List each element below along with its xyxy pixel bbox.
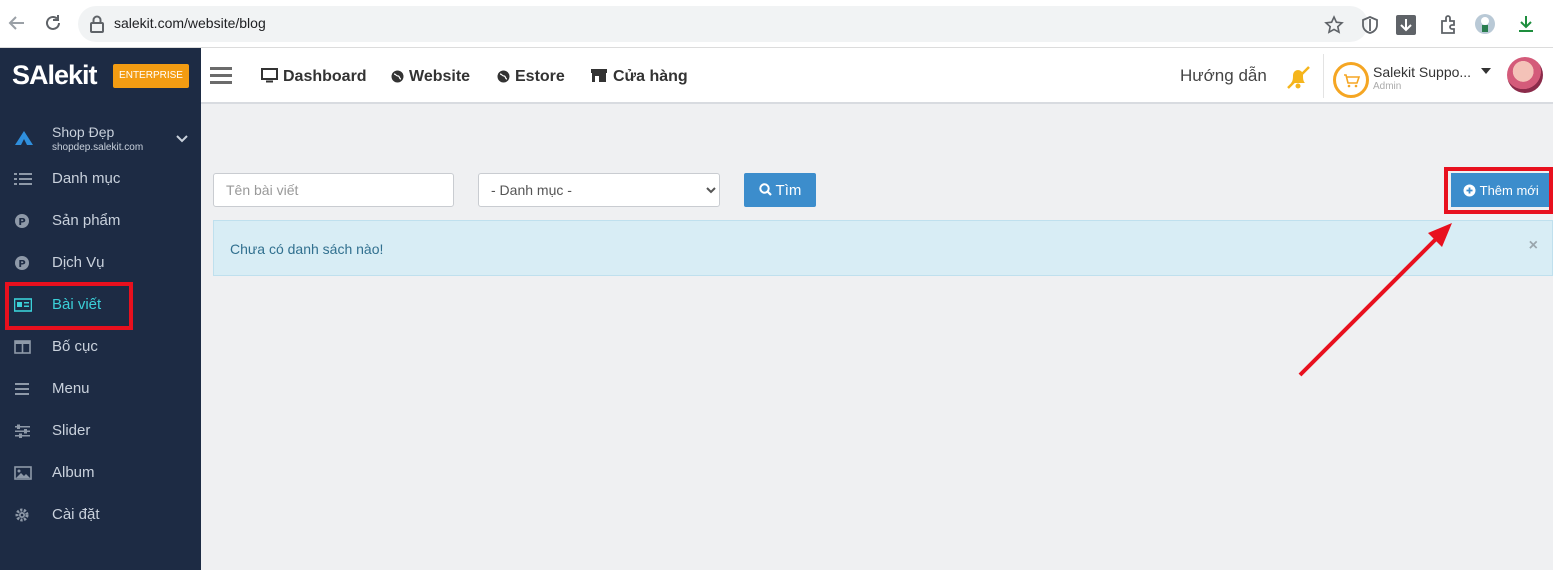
user-name[interactable]: Salekit Suppo...: [1373, 64, 1471, 80]
nav-label: Estore: [515, 68, 565, 85]
highlight-box: [1444, 167, 1553, 214]
brand-logo[interactable]: SAlekit: [12, 60, 98, 91]
sidebar-item-menu[interactable]: Menu: [0, 371, 201, 407]
nav-label: Website: [409, 68, 471, 85]
globe-icon: [391, 70, 404, 88]
shop-name: Shop Đẹp: [52, 124, 115, 140]
sidebar-item-dich-vu[interactable]: P Dịch Vụ: [0, 245, 201, 281]
divider: [1323, 54, 1324, 98]
service-p-icon: P: [14, 255, 32, 271]
globe-icon: [497, 70, 510, 88]
avatar[interactable]: [1507, 57, 1543, 93]
nav-dashboard[interactable]: Dashboard: [261, 68, 367, 88]
shop-domain: shopdep.salekit.com: [52, 142, 144, 153]
monitor-icon: [261, 68, 278, 88]
sidebar-item-label: Cài đặt: [52, 506, 100, 523]
search-button-label: Tìm: [775, 181, 802, 199]
category-select[interactable]: - Danh mục -: [478, 173, 720, 207]
back-arrow-icon[interactable]: [6, 12, 28, 34]
store-icon: [590, 68, 608, 88]
image-icon: [14, 465, 32, 481]
sidebar-item-album[interactable]: Album: [0, 455, 201, 491]
sidebar-item-bo-cuc[interactable]: Bố cục: [0, 329, 201, 365]
profile-extension-icon[interactable]: [1474, 13, 1496, 35]
sidebar-item-label: Danh mục: [52, 170, 121, 187]
sidebar-item-label: Sản phẩm: [52, 212, 121, 229]
sidebar-item-label: Menu: [52, 380, 90, 397]
highlight-box: [5, 282, 133, 330]
nav-cua-hang[interactable]: Cửa hàng: [590, 68, 688, 88]
star-icon[interactable]: [1324, 15, 1344, 35]
download-box-icon[interactable]: [1396, 15, 1416, 35]
sidebar: SAlekit ENTERPRISE Shop Đẹp shopdep.sale…: [0, 48, 201, 570]
nav-estore[interactable]: Estore: [497, 68, 565, 88]
menu-bars-icon: [14, 381, 32, 397]
svg-text:P: P: [18, 259, 25, 270]
sidebar-item-label: Bố cục: [52, 338, 98, 355]
sidebar-item-label: Dịch Vụ: [52, 254, 105, 271]
sidebar-item-cai-dat[interactable]: Cài đặt: [0, 497, 201, 533]
lock-icon: [90, 15, 104, 38]
sidebar-item-san-pham[interactable]: P Sản phẩm: [0, 203, 201, 239]
search-button[interactable]: Tìm: [744, 173, 816, 207]
nav-website[interactable]: Website: [391, 68, 470, 88]
bell-slash-icon[interactable]: [1283, 62, 1313, 97]
sidebar-item-danh-muc[interactable]: Danh mục: [0, 161, 201, 197]
sliders-icon: [14, 423, 32, 439]
list-icon: [14, 171, 32, 187]
shield-icon[interactable]: [1360, 15, 1380, 35]
top-navbar: Dashboard Website Estore Cửa hàng Hướng …: [201, 48, 1553, 104]
caret-down-icon[interactable]: [1481, 68, 1491, 74]
browser-toolbar: salekit.com/website/blog: [0, 0, 1553, 48]
shop-logo-icon: [14, 130, 34, 151]
sidebar-item-slider[interactable]: Slider: [0, 413, 201, 449]
reload-icon[interactable]: [42, 12, 64, 34]
gear-icon: [14, 507, 32, 523]
sidebar-item-label: Slider: [52, 422, 91, 439]
enterprise-badge: ENTERPRISE: [113, 64, 189, 88]
close-icon[interactable]: ×: [1529, 237, 1538, 255]
nav-label: Dashboard: [283, 68, 367, 85]
sidebar-item-label: Album: [52, 464, 95, 481]
annotation-arrow: [1298, 223, 1452, 377]
user-role: Admin: [1373, 81, 1402, 92]
hamburger-icon[interactable]: [210, 67, 232, 85]
nav-label: Cửa hàng: [613, 68, 688, 85]
cart-logo-icon[interactable]: [1333, 62, 1369, 98]
shop-switcher[interactable]: Shop Đẹp shopdep.salekit.com: [0, 120, 201, 158]
product-p-icon: P: [14, 213, 32, 229]
puzzle-extension-icon[interactable]: [1438, 13, 1460, 35]
address-bar[interactable]: salekit.com/website/blog: [78, 6, 1416, 42]
layout-columns-icon: [14, 339, 32, 355]
search-icon: [758, 182, 776, 199]
svg-text:P: P: [18, 217, 25, 228]
post-title-search-input[interactable]: [213, 173, 454, 207]
download-icon[interactable]: [1515, 13, 1537, 35]
alert-message: Chưa có danh sách nào!: [230, 241, 384, 257]
url-text[interactable]: salekit.com/website/blog: [114, 15, 266, 31]
chevron-down-icon[interactable]: [176, 130, 188, 146]
guide-link[interactable]: Hướng dẫn: [1180, 66, 1267, 86]
